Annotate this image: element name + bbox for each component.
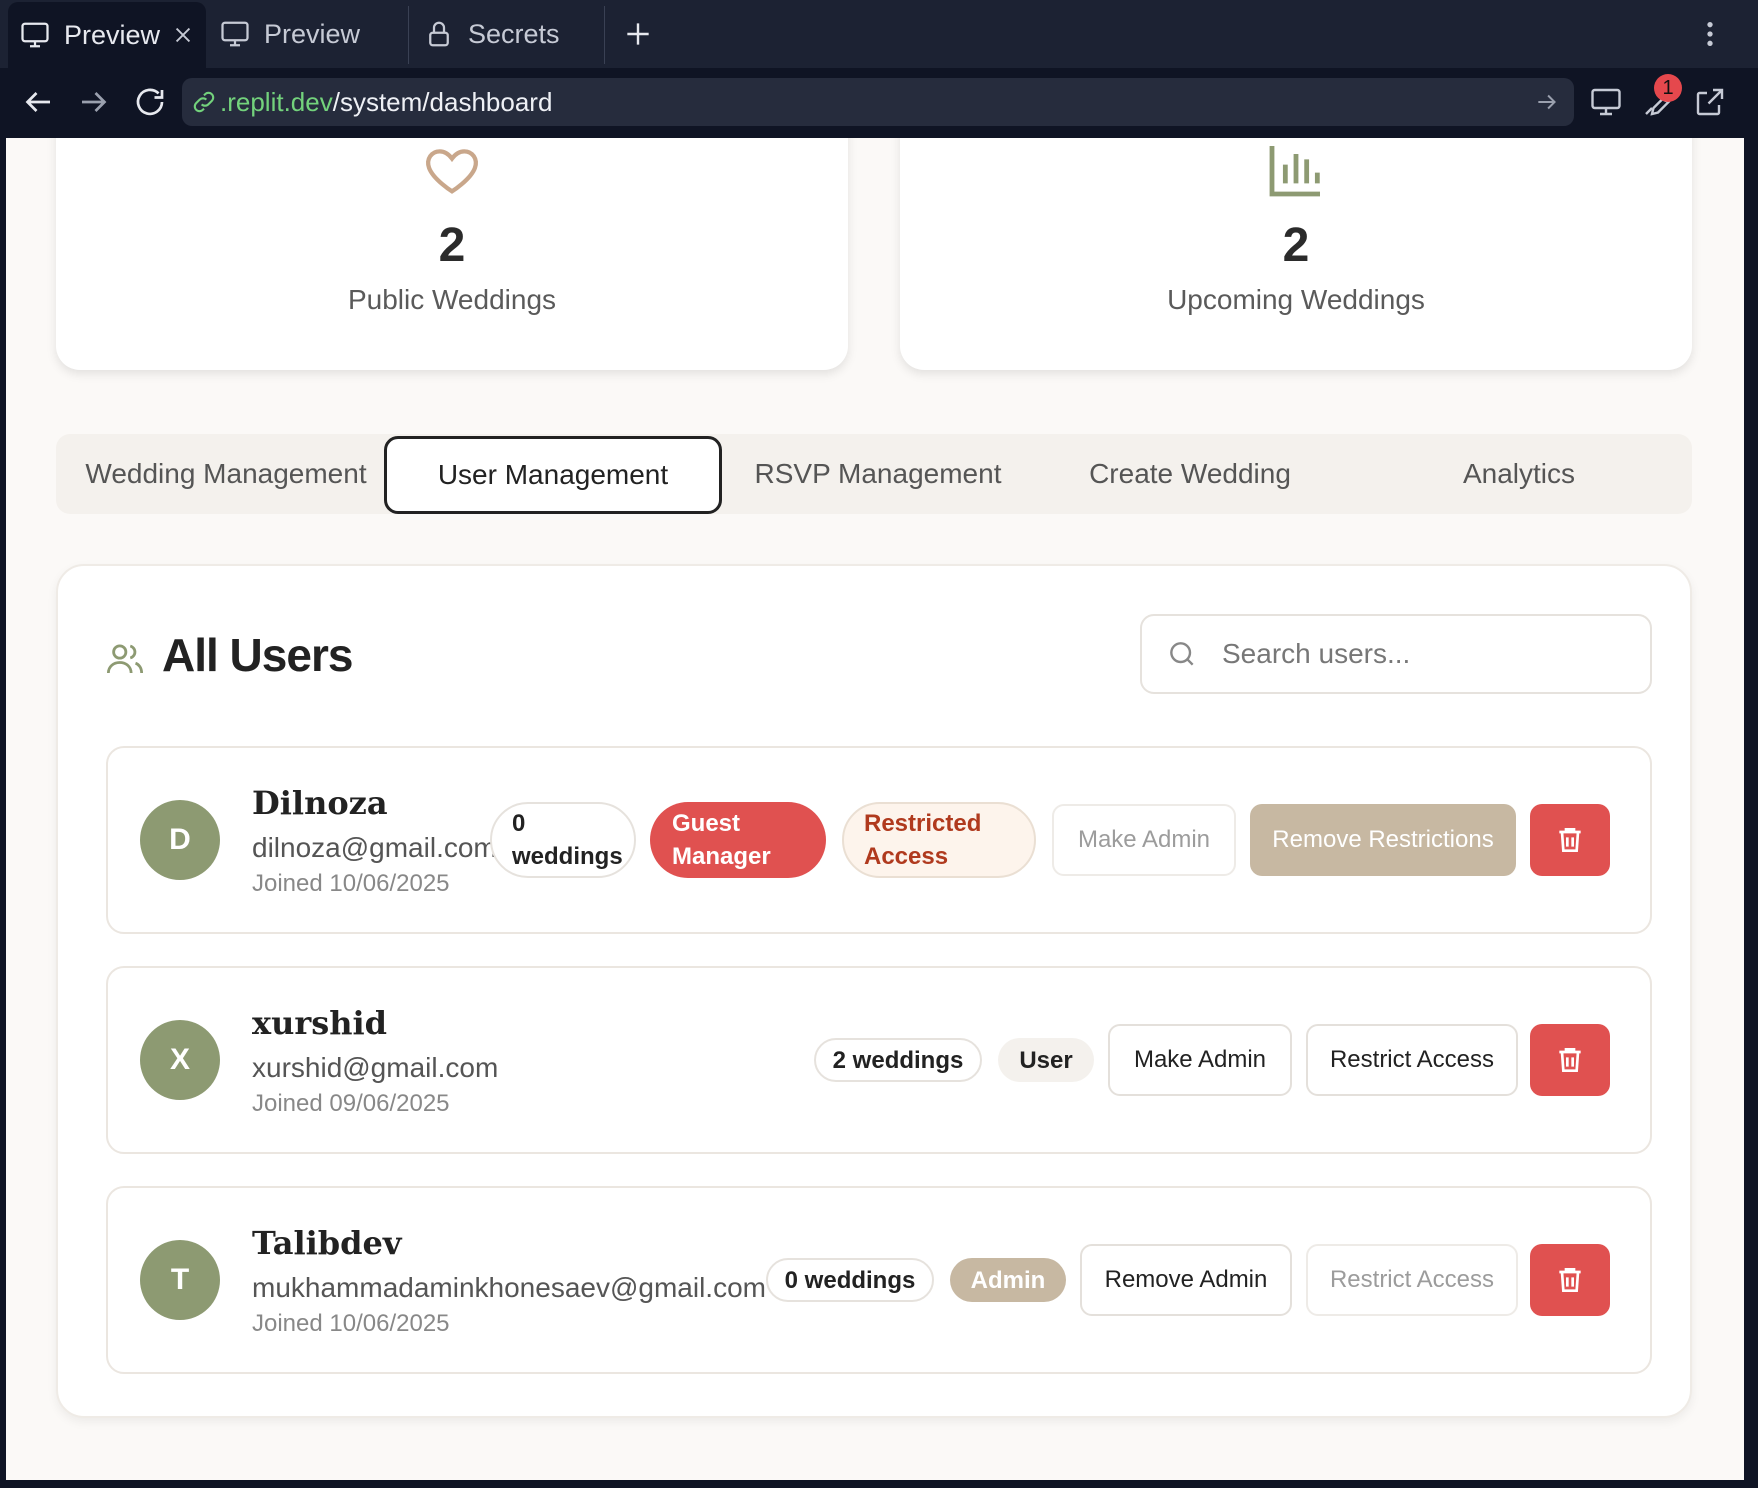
- trash-icon: [1559, 1268, 1581, 1292]
- stat-value: 2: [438, 219, 466, 272]
- browser-tab-secrets[interactable]: Secrets: [424, 3, 604, 65]
- tab-user-management[interactable]: User Management: [384, 436, 722, 514]
- user-name: Dilnoza: [252, 784, 388, 822]
- status-line: Access: [864, 843, 949, 870]
- restricted-access-badge: Restricted Access: [842, 802, 1036, 878]
- open-external-icon[interactable]: [1692, 84, 1728, 120]
- user-email: dilnoza@gmail.com: [252, 832, 497, 863]
- tab-divider: [604, 6, 605, 64]
- remove-admin-button[interactable]: Remove Admin: [1080, 1244, 1292, 1316]
- user-name: Talibdev: [252, 1224, 402, 1262]
- lock-icon: [424, 19, 454, 49]
- user-name: xurshid: [252, 1004, 388, 1042]
- panel-title: All Users: [162, 629, 353, 681]
- search-users-input[interactable]: [1140, 614, 1652, 694]
- weddings-count: 0: [512, 810, 526, 837]
- make-admin-button[interactable]: Make Admin: [1052, 804, 1236, 876]
- delete-user-button[interactable]: [1530, 1244, 1610, 1316]
- url-path: /system/dashboard: [332, 86, 553, 117]
- browser-tab-label: Secrets: [468, 18, 560, 49]
- role-badge: Guest Manager: [650, 802, 826, 878]
- dashboard-page: 2 Public Weddings 2 Upcoming Weddings We…: [6, 138, 1744, 1480]
- close-icon[interactable]: [172, 22, 194, 44]
- more-options-icon[interactable]: [1700, 18, 1720, 50]
- users-icon: [106, 644, 144, 674]
- heart-icon: [426, 149, 478, 194]
- stat-card-public-weddings: 2 Public Weddings: [56, 138, 848, 370]
- weddings-count-badge: 2 weddings: [814, 1038, 982, 1082]
- notification-badge: 1: [1654, 74, 1682, 102]
- browser-tab-preview[interactable]: Preview: [220, 3, 406, 65]
- user-email: xurshid@gmail.com: [252, 1052, 499, 1083]
- user-email: mukhammadaminkhonesaev@gmail.com: [252, 1272, 766, 1303]
- stat-label: Public Weddings: [347, 284, 557, 315]
- weddings-count-badge: 0 weddings: [766, 1258, 934, 1302]
- back-arrow-icon[interactable]: [20, 84, 56, 120]
- make-admin-button[interactable]: Make Admin: [1108, 1024, 1292, 1096]
- all-users-panel: All Users D Dilnoza dilnoza@gmail.com Jo…: [56, 564, 1692, 1418]
- trash-icon: [1559, 828, 1581, 852]
- tab-create-wedding[interactable]: Create Wedding: [1034, 434, 1346, 514]
- restrict-access-button[interactable]: Restrict Access: [1306, 1244, 1518, 1316]
- role-line: Manager: [672, 843, 771, 870]
- user-joined-date: Joined 09/06/2025: [252, 1090, 450, 1117]
- stat-label: Upcoming Weddings: [1167, 284, 1425, 315]
- stat-card-upcoming-weddings: 2 Upcoming Weddings: [900, 138, 1692, 370]
- role-badge: Admin: [950, 1258, 1066, 1302]
- forward-arrow-icon[interactable]: [76, 84, 112, 120]
- browser-tab-preview-active[interactable]: Preview: [8, 2, 206, 68]
- tab-analytics[interactable]: Analytics: [1346, 434, 1692, 514]
- monitor-icon: [220, 19, 250, 49]
- user-row-xurshid: X xurshid xurshid@gmail.com Joined 09/06…: [106, 966, 1652, 1154]
- avatar: D: [140, 800, 220, 880]
- browser-tab-label: Preview: [264, 18, 361, 49]
- new-tab-plus-icon[interactable]: [622, 18, 654, 50]
- browser-tab-label: Preview: [64, 19, 161, 50]
- trash-icon: [1559, 1048, 1581, 1072]
- tab-wedding-management[interactable]: Wedding Management: [56, 434, 396, 514]
- url-bar[interactable]: .replit.dev /system/dashboard: [182, 78, 1574, 126]
- delete-user-button[interactable]: [1530, 804, 1610, 876]
- stat-value: 2: [1282, 219, 1310, 272]
- browser-chrome: Preview Preview Secrets .replit.dev /sys…: [0, 0, 1758, 138]
- user-joined-date: Joined 10/06/2025: [252, 870, 450, 897]
- go-arrow-icon[interactable]: [1534, 89, 1560, 115]
- url-host: .replit.dev: [220, 86, 333, 117]
- delete-user-button[interactable]: [1530, 1024, 1610, 1096]
- avatar: X: [140, 1020, 220, 1100]
- browser-tab-bar: Preview Preview Secrets: [0, 0, 1758, 68]
- restrict-access-button[interactable]: Restrict Access: [1306, 1024, 1518, 1096]
- devtools-monitor-icon[interactable]: [1588, 84, 1624, 120]
- weddings-suffix: weddings: [512, 843, 623, 870]
- role-line: Guest: [672, 810, 741, 837]
- user-row-dilnoza: D Dilnoza dilnoza@gmail.com Joined 10/06…: [106, 746, 1652, 934]
- reload-icon[interactable]: [132, 84, 168, 120]
- link-icon: [190, 88, 218, 116]
- bar-chart-icon: [1269, 146, 1320, 197]
- status-line: Restricted: [864, 810, 982, 837]
- user-row-talibdev: T Talibdev mukhammadaminkhonesaev@gmail.…: [106, 1186, 1652, 1374]
- address-row: .replit.dev /system/dashboard: [0, 68, 1758, 138]
- role-badge: User: [998, 1038, 1094, 1082]
- user-joined-date: Joined 10/06/2025: [252, 1310, 450, 1337]
- tab-divider: [408, 6, 409, 64]
- monitor-icon: [20, 20, 50, 50]
- avatar: T: [140, 1240, 220, 1320]
- remove-restrictions-button[interactable]: Remove Restrictions: [1250, 804, 1516, 876]
- weddings-count-badge: 0 weddings: [490, 802, 636, 878]
- tab-rsvp-management[interactable]: RSVP Management: [722, 434, 1034, 514]
- management-tabs: Wedding Management User Management RSVP …: [56, 434, 1692, 514]
